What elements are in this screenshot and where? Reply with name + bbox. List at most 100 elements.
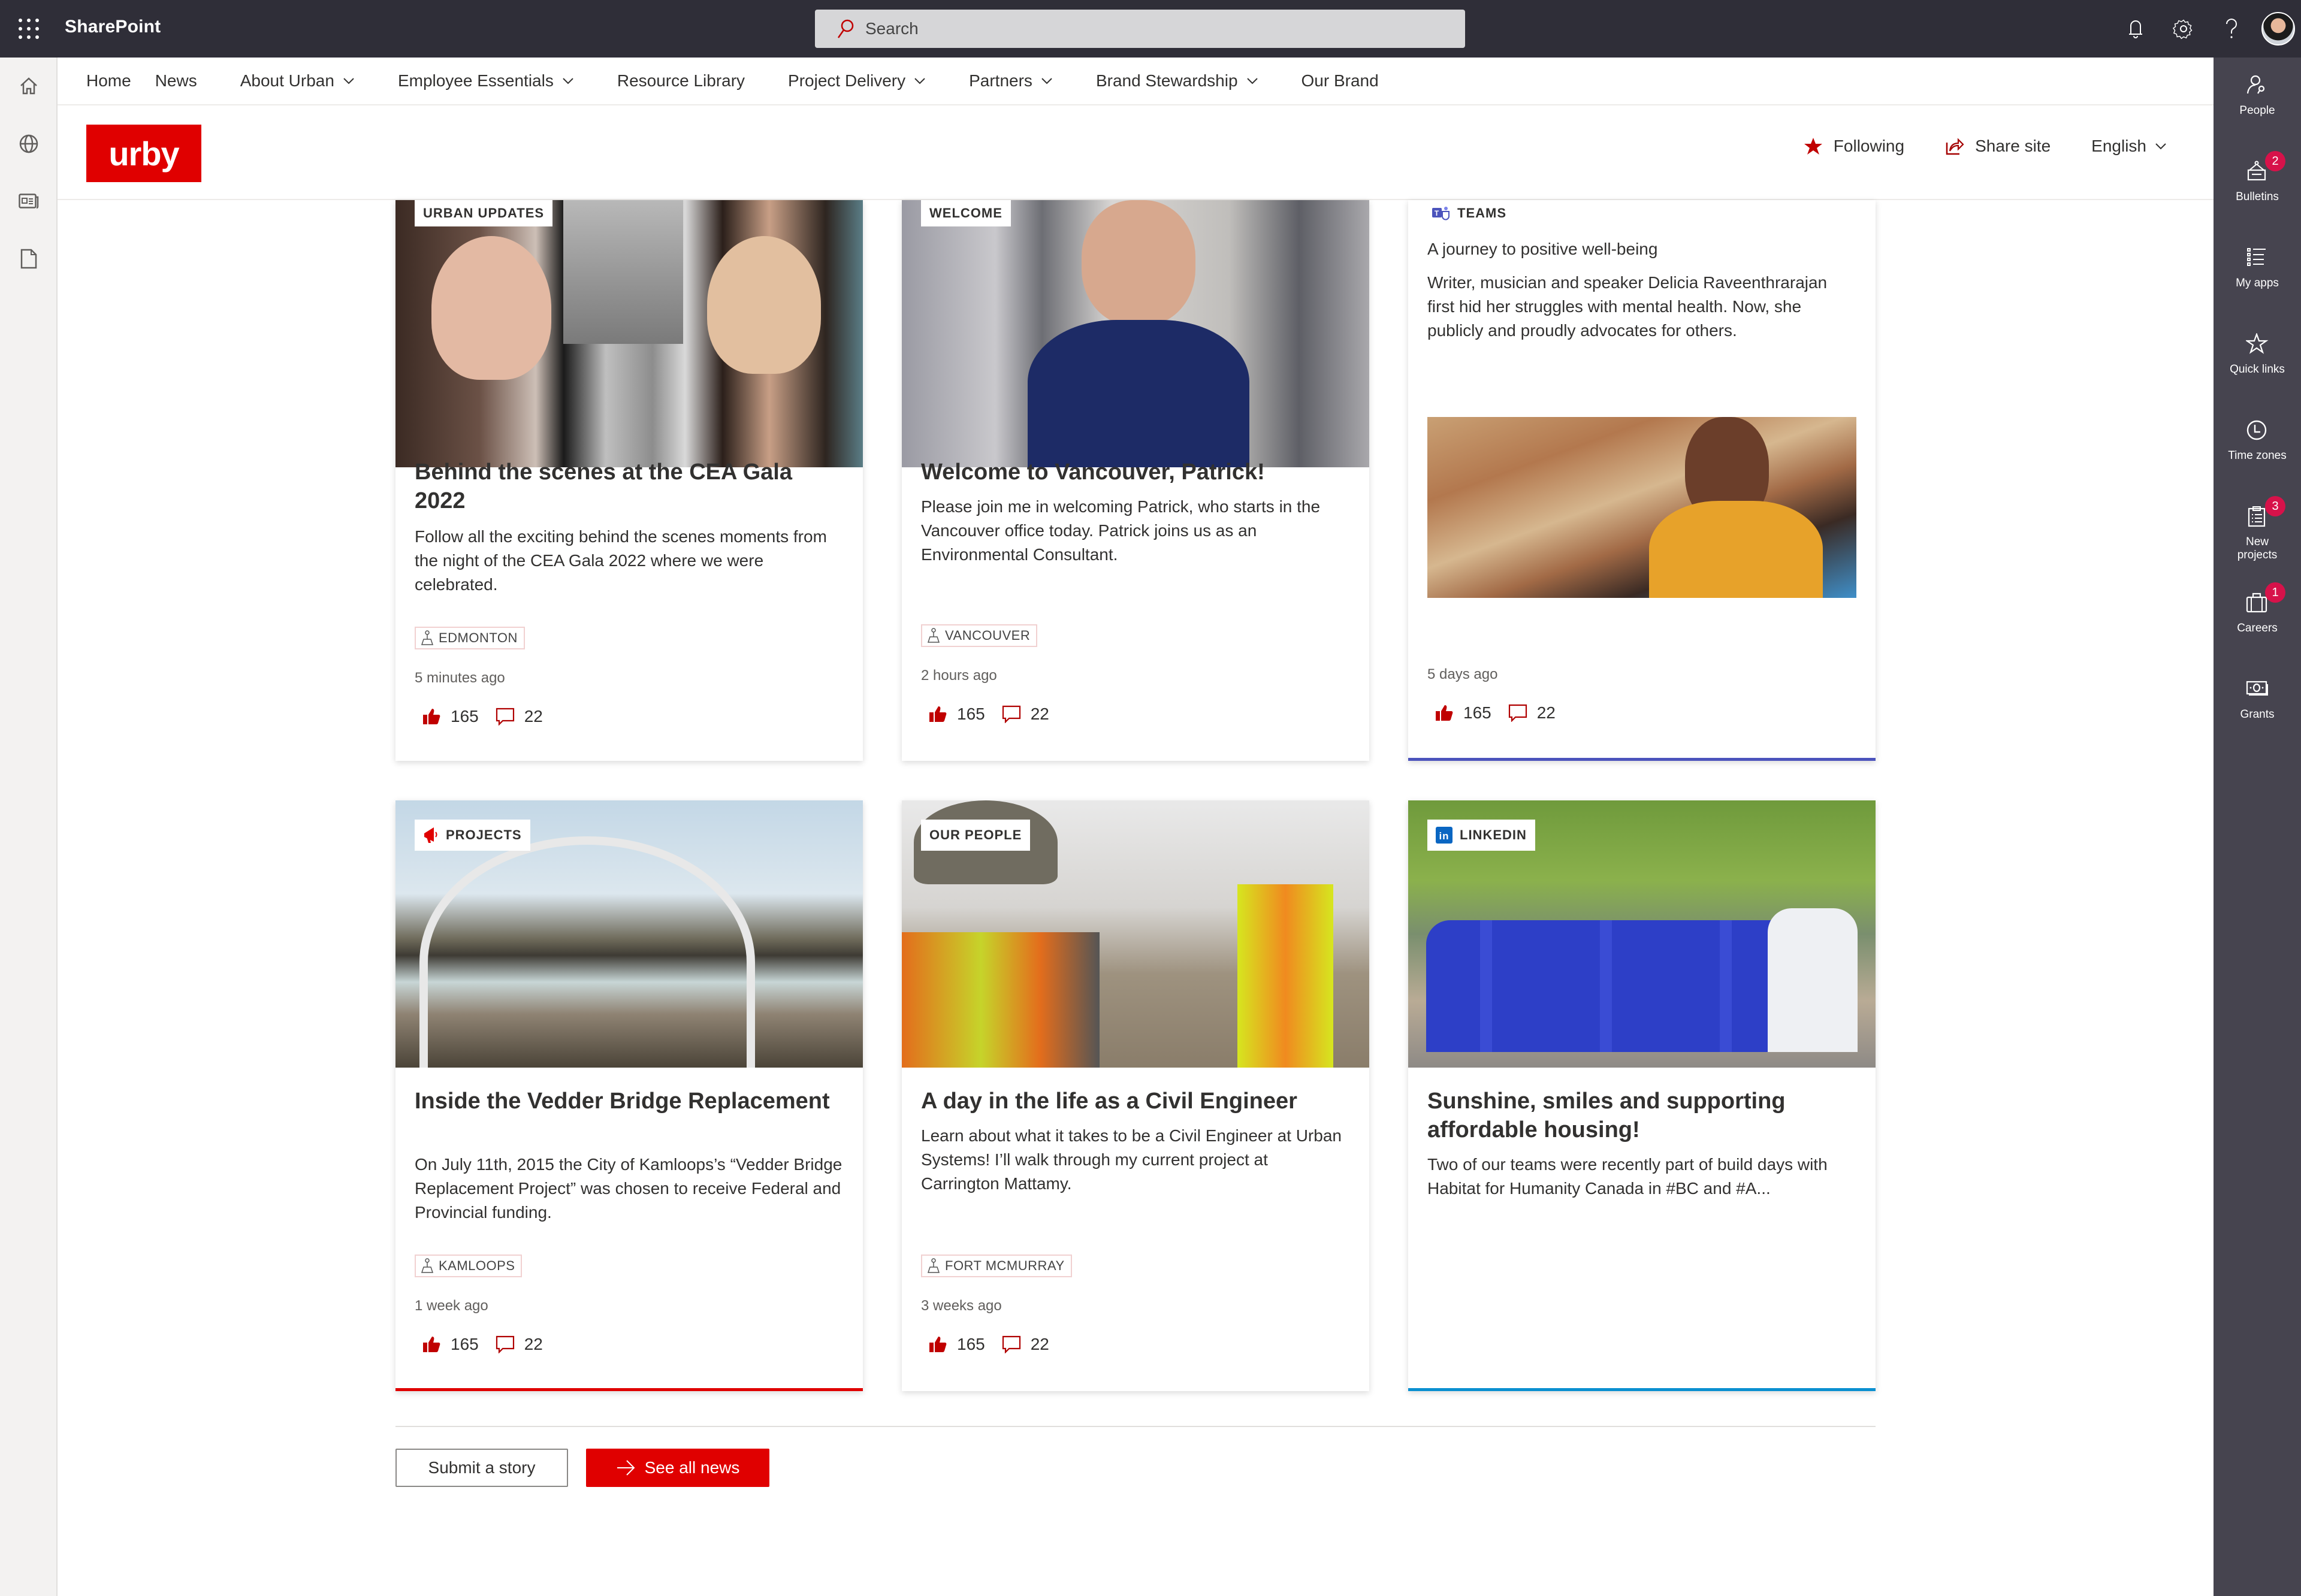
location-label: FORT MCMURRAY [945,1258,1065,1273]
app-bar-item-new-projects[interactable]: New projects 3 [2214,489,2301,575]
news-card-title[interactable]: A journey to positive well-being [1427,237,1856,261]
news-card-image [902,200,1369,467]
app-bar-item-time-zones[interactable]: Time zones [2214,403,2301,489]
news-icon[interactable] [0,173,58,230]
like-button[interactable]: 165 [422,1335,479,1354]
news-card-image [1427,417,1856,598]
nav-item-resource-library[interactable]: Resource Library [617,71,745,90]
submit-story-button[interactable]: Submit a story [395,1449,568,1487]
location-tag[interactable]: FORT MCMURRAY [921,1255,1072,1277]
news-card[interactable]: WELCOME Welcome to Vancouver, Patrick! P… [902,200,1369,761]
user-avatar[interactable] [2261,12,2295,46]
category-label: OUR PEOPLE [929,827,1022,842]
location-tag[interactable]: EDMONTON [415,627,525,649]
chevron-down-icon [914,78,925,84]
notifications-bell-icon[interactable] [2112,0,2160,58]
location-tag[interactable]: VANCOUVER [921,624,1038,647]
news-card[interactable]: URBAN UPDATES Behind the scenes at the C… [395,200,863,761]
header-actions: Following Share site English [1763,137,2178,156]
comment-icon [496,1335,514,1353]
like-button[interactable]: 165 [422,707,479,726]
nav-item-our-brand[interactable]: Our Brand [1302,71,1379,90]
news-card-title[interactable]: Sunshine, smiles and supporting affordab… [1427,1087,1856,1144]
language-selector[interactable]: English [2091,137,2178,156]
reactions: 165 22 [928,705,1049,724]
news-card[interactable]: T TEAMS A journey to positive well-being… [1408,200,1876,761]
like-button[interactable]: 165 [928,1335,985,1354]
search-input[interactable] [865,19,1405,38]
comment-count: 22 [524,1335,543,1353]
suite-bar: SharePoint [0,0,2301,58]
comment-button[interactable]: 22 [1508,703,1556,723]
app-bar-item-people[interactable]: People [2214,58,2301,144]
location-pin-icon [421,1258,434,1273]
comment-count: 22 [524,707,543,726]
timestamp: 1 week ago [415,1298,488,1314]
comment-button[interactable]: 22 [496,707,543,726]
hub-navigation: Home News About Urban Employee Essentials Re… [58,58,2214,105]
timestamp: 5 days ago [1427,666,1498,682]
comment-button[interactable]: 22 [1002,705,1049,724]
category-tag: URBAN UPDATES [415,200,553,226]
comment-icon [1002,1335,1020,1353]
like-button[interactable]: 165 [928,705,985,724]
app-bar-item-label: Quick links [2230,363,2285,376]
comment-button[interactable]: 22 [1002,1335,1049,1354]
megaphone-icon [424,827,437,843]
nav-item-home[interactable]: Home [86,71,131,90]
search-box[interactable] [815,10,1465,48]
see-all-news-button[interactable]: See all news [586,1449,769,1487]
thumbs-up-icon [1436,705,1453,721]
comment-count: 22 [1536,703,1556,722]
news-card[interactable]: OUR PEOPLE A day in the life as a Civil … [902,800,1369,1391]
following-button[interactable]: Following [1804,137,1904,156]
apps-list-icon [2247,248,2266,266]
news-card-description: On July 11th, 2015 the City of Kamloops’… [415,1155,843,1222]
news-card-title[interactable]: Welcome to Vancouver, Patrick! [921,458,1350,486]
category-label: TEAMS [1457,205,1506,220]
nav-item-employee-essentials[interactable]: Employee Essentials [398,71,574,90]
news-card[interactable]: PROJECTS Inside the Vedder Bridge Replac… [395,800,863,1391]
site-logo[interactable]: urby [86,125,201,182]
news-card-title[interactable]: Inside the Vedder Bridge Replacement [415,1087,844,1116]
news-card-image [395,200,863,467]
comment-icon [496,708,514,726]
left-app-bar [0,58,58,1596]
share-site-button[interactable]: Share site [1945,137,2051,156]
news-card-title[interactable]: A day in the life as a Civil Engineer [921,1087,1350,1116]
app-bar-item-quick-links[interactable]: Quick links [2214,316,2301,403]
settings-gear-icon[interactable] [2160,0,2208,58]
app-bar-item-grants[interactable]: Grants [2214,661,2301,748]
nav-item-partners[interactable]: Partners [969,71,1053,90]
news-card-title[interactable]: Behind the scenes at the CEA Gala 2022 [415,458,844,515]
nav-item-brand-stewardship[interactable]: Brand Stewardship [1096,71,1258,90]
globe-icon[interactable] [0,115,58,173]
suite-icons [2112,0,2301,58]
app-bar-item-careers[interactable]: Careers 1 [2214,575,2301,661]
app-name[interactable]: SharePoint [65,17,161,37]
help-question-icon[interactable] [2208,0,2255,58]
home-icon[interactable] [0,58,58,115]
app-bar-item-bulletins[interactable]: Bulletins 2 [2214,144,2301,230]
category-label: WELCOME [929,205,1002,220]
document-icon[interactable] [0,230,58,288]
location-label: EDMONTON [439,630,518,645]
comment-icon [1508,704,1527,722]
chevron-down-icon [563,78,573,84]
location-tag[interactable]: KAMLOOPS [415,1255,523,1277]
nav-item-project-delivery[interactable]: Project Delivery [788,71,926,90]
comment-button[interactable]: 22 [496,1335,543,1354]
nav-item-about-urban[interactable]: About Urban [240,71,355,90]
app-launcher-waffle-icon[interactable] [18,18,40,40]
app-bar-item-my-apps[interactable]: My apps [2214,230,2301,316]
chevron-down-icon [1041,78,1052,84]
like-button[interactable]: 165 [1435,703,1491,723]
nav-item-label: Employee Essentials [397,71,554,90]
linkedin-icon: in [1436,827,1453,844]
star-icon [2246,333,2269,354]
nav-item-news[interactable]: News [155,71,197,90]
timestamp: 2 hours ago [921,667,997,684]
like-count: 165 [451,707,479,726]
app-bar-item-label: New projects [2237,536,2278,561]
news-card[interactable]: in LINKEDIN Sunshine, smiles and support… [1408,800,1876,1391]
